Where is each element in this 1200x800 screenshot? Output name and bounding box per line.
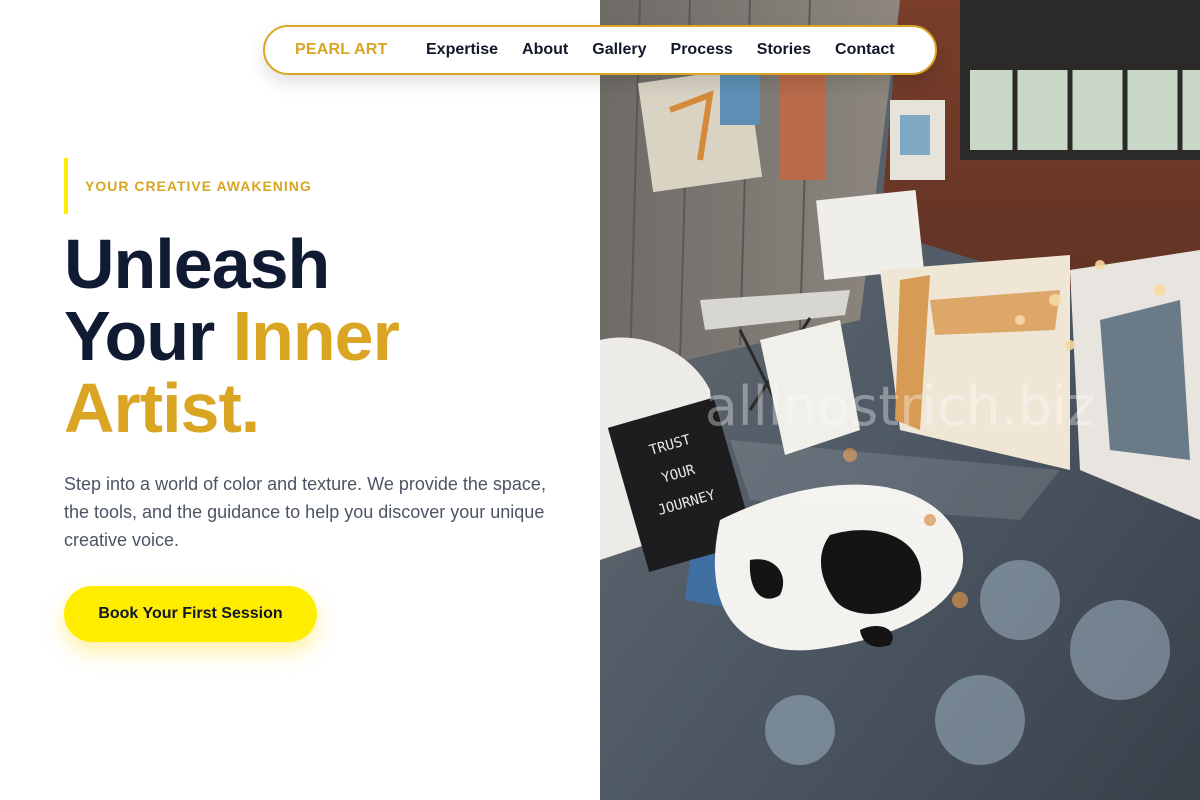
nav-link-gallery[interactable]: Gallery (592, 41, 646, 59)
watermark-text: allinostrich.biz (705, 375, 1096, 438)
book-session-button[interactable]: Book Your First Session (64, 586, 317, 642)
headline-word-your: Your (64, 297, 215, 375)
nav-link-process[interactable]: Process (671, 41, 733, 59)
headline-line-1: Unleash (64, 228, 584, 300)
hero-description: Step into a world of color and texture. … (64, 474, 546, 550)
hero-studio-photo: TRUST YOUR JOURNEY allinostrich.biz (600, 0, 1200, 800)
headline-line-3: Artist. (64, 372, 584, 444)
nav-link-expertise[interactable]: Expertise (426, 41, 498, 59)
headline-line-2: Your Inner (64, 300, 584, 372)
nav-link-about[interactable]: About (522, 41, 568, 59)
headline-word-inner: Inner (232, 297, 400, 375)
nav-link-stories[interactable]: Stories (757, 41, 811, 59)
headline-period: . (240, 369, 260, 447)
nav-links: Expertise About Gallery Process Stories … (426, 41, 895, 59)
hero-eyebrow: YOUR CREATIVE AWAKENING (64, 158, 312, 214)
headline-word-artist: Artist (64, 369, 242, 447)
headline-word-unleash: Unleash (64, 225, 330, 303)
brand-logo[interactable]: PEARL ART (295, 41, 426, 59)
main-navigation: PEARL ART Expertise About Gallery Proces… (263, 25, 937, 75)
hero-headline: Unleash Your Inner Artist. (64, 228, 584, 444)
nav-link-contact[interactable]: Contact (835, 41, 895, 59)
